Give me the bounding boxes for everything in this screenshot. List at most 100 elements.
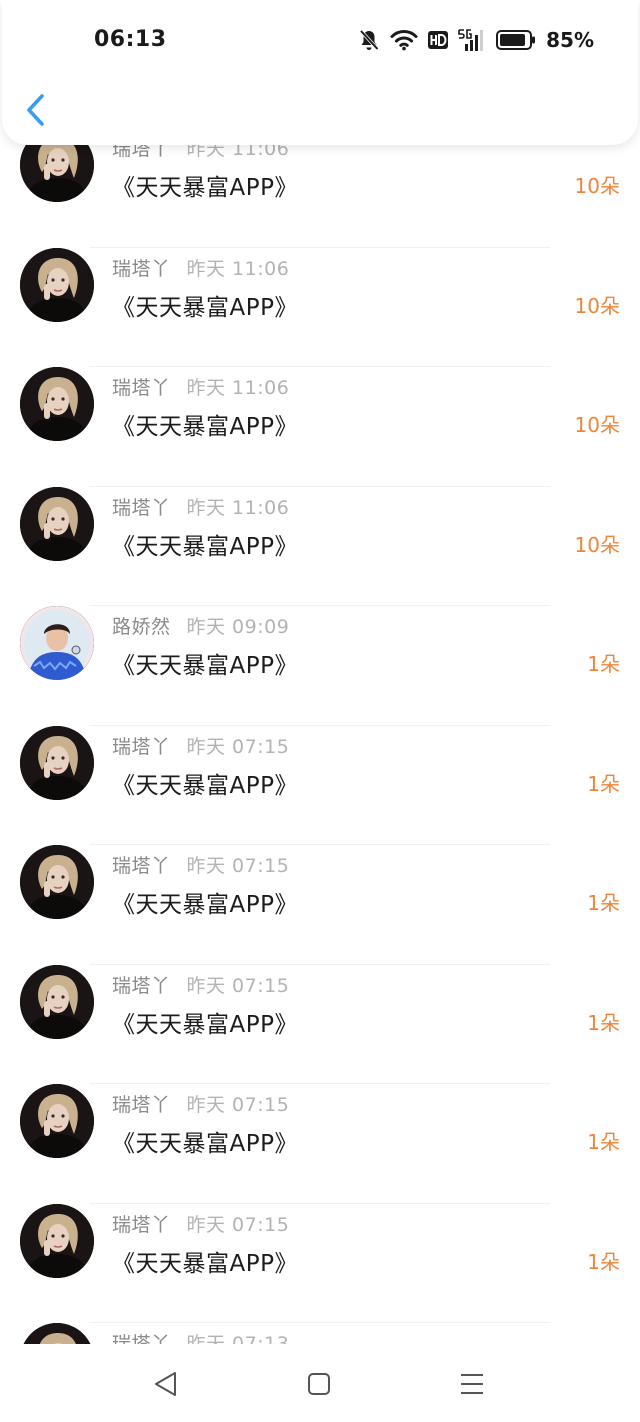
sender-name: 瑞塔丫 [112, 1213, 171, 1236]
list-item[interactable]: 瑞塔丫 昨天 11:06 《天天暴富APP》 10朵 [0, 247, 640, 367]
list-item[interactable]: 瑞塔丫 昨天 07:15 《天天暴富APP》 1朵 [0, 845, 640, 965]
avatar-image-icon [20, 845, 94, 919]
gift-amount: 1朵 [587, 1130, 620, 1154]
avatar-image-icon [20, 725, 94, 800]
sender-name: 瑞塔丫 [112, 735, 171, 758]
avatar[interactable] [20, 1084, 94, 1158]
sender-name: 路娇然 [112, 616, 171, 638]
menu-lines-icon [461, 1374, 483, 1394]
timestamp: 昨天 07:15 [186, 1213, 290, 1236]
item-title: 《天天暴富APP》 [112, 772, 298, 799]
timestamp: 昨天 11:06 [186, 377, 290, 399]
gift-amount: 1朵 [587, 1010, 620, 1035]
top-bar: 06:13 85% [2, 0, 638, 145]
gift-amount: 10朵 [574, 174, 620, 198]
wifi-icon [390, 30, 418, 51]
avatar[interactable] [20, 486, 94, 561]
avatar-image-icon [20, 964, 94, 1039]
avatar-image-icon [20, 247, 94, 322]
item-meta: 瑞塔丫 昨天 07:13 [112, 1329, 289, 1344]
list-item[interactable]: 瑞塔丫 昨天 07:15 《天天暴富APP》 1朵 [0, 964, 640, 1084]
timestamp: 昨天 07:15 [186, 735, 290, 758]
item-title: 《天天暴富APP》 [112, 414, 298, 440]
chevron-left-icon [27, 94, 44, 126]
gift-amount: 1朵 [587, 652, 620, 676]
avatar-image-icon [20, 1084, 94, 1158]
avatar[interactable] [20, 845, 94, 919]
sender-name: 瑞塔丫 [112, 1333, 171, 1344]
item-meta: 瑞塔丫 昨天 07:15 [112, 971, 289, 998]
gift-amount: 1朵 [587, 891, 620, 915]
avatar[interactable] [20, 606, 94, 680]
timestamp: 昨天 11:06 [186, 257, 290, 280]
back-triangle-icon [155, 1372, 176, 1396]
item-meta: 瑞塔丫 昨天 11:06 [112, 373, 289, 400]
avatar-image-icon [20, 367, 94, 441]
gift-amount: 1朵 [587, 1249, 620, 1274]
list-item[interactable]: 瑞塔丫 昨天 11:06 《天天暴富APP》 10朵 [0, 367, 640, 487]
item-title: 《天天暴富APP》 [112, 653, 298, 679]
avatar[interactable] [20, 725, 94, 800]
list-item[interactable]: 瑞塔丫 昨天 11:06 《天天暴富APP》 10朵 [0, 128, 640, 248]
timestamp: 昨天 11:06 [186, 496, 290, 519]
item-meta: 瑞塔丫 昨天 07:15 [112, 851, 289, 878]
bell-off-icon [359, 29, 379, 51]
avatar[interactable] [20, 367, 94, 441]
item-meta: 瑞塔丫 昨天 11:06 [112, 254, 289, 281]
record-list[interactable]: 瑞塔丫 昨天 11:06 《天天暴富APP》 10朵 瑞塔丫 昨天 11:06 《天天暴富A… [0, 0, 640, 1344]
gift-amount: 10朵 [574, 532, 620, 557]
item-meta: 瑞塔丫 昨天 07:15 [112, 732, 289, 759]
avatar-image-icon [20, 606, 94, 680]
item-title: 《天天暴富APP》 [112, 1011, 298, 1038]
avatar[interactable] [20, 1323, 94, 1344]
nav-menu-button[interactable] [456, 1368, 488, 1400]
timestamp: 昨天 07:15 [186, 1094, 290, 1116]
5g-signal-icon [458, 29, 484, 51]
item-meta: 瑞塔丫 昨天 07:15 [112, 1090, 289, 1117]
list-item[interactable]: 路娇然 昨天 09:09 《天天暴富APP》 1朵 [0, 606, 640, 726]
timestamp: 昨天 07:15 [186, 974, 290, 997]
gift-amount: 10朵 [574, 413, 620, 437]
avatar[interactable] [20, 247, 94, 322]
back-button[interactable] [20, 90, 56, 130]
timestamp: 昨天 09:09 [186, 616, 290, 638]
home-square-icon [308, 1373, 330, 1395]
avatar-image-icon [20, 1323, 94, 1344]
list-item[interactable]: 瑞塔丫 昨天 11:06 《天天暴富APP》 10朵 [0, 486, 640, 606]
sender-name: 瑞塔丫 [112, 257, 171, 280]
timestamp: 昨天 07:13 [186, 1333, 290, 1344]
status-time: 06:13 [94, 27, 167, 52]
avatar-image-icon [20, 486, 94, 561]
sender-name: 瑞塔丫 [112, 377, 171, 399]
item-meta: 路娇然 昨天 09:09 [112, 612, 289, 639]
avatar[interactable] [20, 1203, 94, 1278]
nav-home-button[interactable] [303, 1368, 335, 1400]
item-meta: 瑞塔丫 昨天 11:06 [112, 493, 289, 520]
gift-amount: 10朵 [574, 293, 620, 318]
item-meta: 瑞塔丫 昨天 07:15 [112, 1210, 289, 1237]
battery-icon [496, 30, 536, 50]
list-item[interactable]: 瑞塔丫 昨天 07:15 《天天暴富APP》 1朵 [0, 725, 640, 845]
sender-name: 瑞塔丫 [112, 496, 171, 519]
list-item[interactable]: 瑞塔丫 昨天 07:15 《天天暴富APP》 1朵 [0, 1203, 640, 1323]
gift-amount: 1朵 [587, 771, 620, 796]
item-title: 《天天暴富APP》 [112, 892, 298, 918]
item-title: 《天天暴富APP》 [112, 1250, 298, 1277]
sender-name: 瑞塔丫 [112, 974, 171, 997]
list-item[interactable]: 瑞塔丫 昨天 07:15 《天天暴富APP》 1朵 [0, 1084, 640, 1204]
item-title: 《天天暴富APP》 [112, 1131, 298, 1157]
item-title: 《天天暴富APP》 [112, 294, 298, 321]
battery-percentage: 85% [546, 28, 594, 52]
timestamp: 昨天 07:15 [186, 855, 290, 877]
status-icons: 85% [358, 26, 594, 54]
sender-name: 瑞塔丫 [112, 855, 171, 877]
item-title: 《天天暴富APP》 [112, 175, 298, 201]
system-nav-bar [0, 1344, 640, 1422]
list-item[interactable]: 瑞塔丫 昨天 07:13 [0, 1323, 640, 1344]
sender-name: 瑞塔丫 [112, 1094, 171, 1116]
avatar-image-icon [20, 1203, 94, 1278]
nav-back-button[interactable] [150, 1368, 182, 1400]
avatar[interactable] [20, 964, 94, 1039]
hd-icon [428, 31, 449, 49]
item-title: 《天天暴富APP》 [112, 533, 298, 560]
